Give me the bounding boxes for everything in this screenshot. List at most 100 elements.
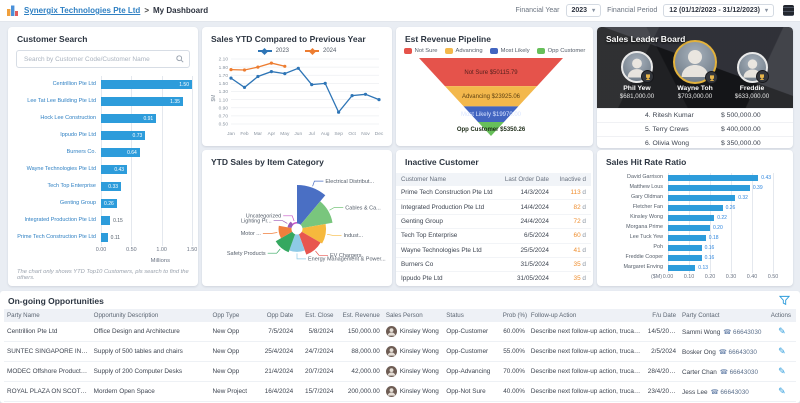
top-customers-bar-chart: Centrillion Pte Ltd1.50 Lee Tat Lee Build… [8, 76, 198, 264]
customer-name: Integrated Production Pte Ltd [396, 200, 499, 214]
bar: 0.33 [101, 182, 121, 191]
financial-year-value: 2023 [572, 7, 588, 14]
bar-value: 1.35 [170, 99, 180, 105]
bar-value: 0.39 [753, 185, 763, 191]
customer-search-input[interactable] [22, 55, 176, 64]
customer-link[interactable]: Ippudo Pte Ltd [16, 133, 101, 139]
customer-link[interactable]: Genting Group [16, 201, 101, 207]
salesperson-label: Kinsley Wong [607, 215, 668, 221]
table-row: Integrated Production Pte Ltd14/4/202482… [396, 200, 591, 214]
bar [668, 265, 695, 271]
column-header: Sales Person [383, 309, 443, 322]
panel-title: Est Revenue Pipeline [396, 27, 593, 44]
bar [668, 205, 723, 211]
edit-button[interactable]: ✎ [771, 326, 793, 337]
sales-person-cell: Kinsley Wong [383, 342, 443, 362]
salesperson-label: Morgana Prime [607, 225, 668, 231]
runner-amount: $ 500,000.00 [721, 112, 793, 119]
financial-period-select[interactable]: 12 (01/12/2023 - 31/12/2023) ▾ [663, 4, 774, 17]
funnel-label: Not Sure $50115.79 [464, 70, 518, 76]
inactive-days: 82 d [554, 200, 591, 214]
axis-tick: 0.00 [663, 274, 674, 280]
chart-footnote: The chart only shows YTD Top10 Customers… [17, 269, 190, 281]
party-name-link[interactable]: Centrillion Pte Ltd [4, 322, 91, 342]
customer-link[interactable]: Centrillion Pte Ltd [16, 82, 101, 88]
customer-link[interactable]: Hock Lee Construction [16, 116, 101, 122]
axis-unit-label: ($M) [651, 274, 662, 280]
svg-text:Jun: Jun [294, 131, 302, 137]
leaderboard-row: 4. Ritesh Kumar$ 500,000.00 [597, 108, 793, 122]
svg-text:Apr: Apr [268, 131, 276, 137]
bar-value: 0.26 [104, 201, 114, 207]
bar-value: 0.32 [738, 195, 748, 201]
bar [101, 216, 110, 225]
est-revenue: 200,000.00 [336, 382, 382, 402]
runner-name: 6. Olivia Wong [597, 140, 721, 147]
party-name-link[interactable]: SUNTEC SINGAPORE INT... [4, 342, 91, 362]
customer-name: Tech Top Enterprise [396, 229, 499, 243]
panel-title: Inactive Customer [396, 150, 593, 167]
legend-item: Advancing [445, 48, 483, 54]
sales-leader-board-panel: Phil Yew$681,000.00Wayne Toh$703,000.00F… [597, 27, 793, 148]
inactive-days: 35 d [554, 257, 591, 271]
column-header: Est. Close [296, 309, 336, 322]
svg-text:0.90: 0.90 [219, 105, 229, 111]
opp-date: 25/4/2024 [256, 342, 296, 362]
svg-text:Aug: Aug [321, 131, 330, 137]
table-row: Ippudo Pte Ltd31/05/202435 d [396, 272, 591, 286]
customer-link[interactable]: Integrated Production Pte Ltd [16, 218, 101, 224]
bar: 1.50 [101, 80, 192, 89]
axis-tick: 0.50 [126, 247, 137, 253]
customer-link[interactable]: Wayne Technologies Pte Ltd [16, 167, 101, 173]
contact-phone: ☎ 66643030 [719, 349, 757, 356]
customer-link[interactable]: Lee Tat Lee Building Pte Ltd [16, 99, 101, 105]
avatar [386, 346, 397, 357]
party-name-link[interactable]: MODEC Offshore Productio... [4, 362, 91, 382]
bar-track: 0.26 [101, 195, 192, 212]
inactive-days: 113 d [554, 186, 591, 200]
column-header: Prob (%) [500, 309, 528, 322]
actions-cell: ✎ [768, 382, 796, 402]
table-row: Prime Tech Construction Pte Ltd14/3/2024… [396, 186, 591, 200]
legend-label: Opp Customer [548, 48, 586, 54]
panel-title: Sales YTD Compared to Previous Year [202, 27, 392, 44]
financial-year-select[interactable]: 2023 ▾ [566, 4, 602, 17]
est-close-date: 15/7/2024 [296, 382, 336, 402]
funnel-label: Most Likely $19970.00 [461, 112, 522, 118]
customer-link[interactable]: Prime Tech Construction Pte Ltd [16, 235, 101, 241]
trophy-icon [756, 70, 769, 83]
column-header: Est. Revenue [336, 309, 382, 322]
sales-person-cell: Kinsley Wong [383, 382, 443, 402]
filter-funnel-icon[interactable] [779, 295, 790, 306]
bar-track: 0.15 [101, 212, 192, 229]
svg-text:Jul: Jul [309, 131, 315, 137]
bar [668, 225, 710, 231]
svg-text:2.10: 2.10 [219, 57, 229, 63]
table-row: Tech Top Enterprise6/5/202460 d [396, 229, 591, 243]
breadcrumb-company[interactable]: Synergix Technologies Pte Ltd [24, 6, 140, 15]
party-name-link[interactable]: ROYAL PLAZA ON SCOTTS [4, 382, 91, 402]
status: Opp-Customer [443, 342, 499, 362]
legend-item: 2023 [258, 48, 289, 54]
apps-menu-icon[interactable] [783, 5, 794, 16]
rose-label: Safety Products [227, 251, 266, 257]
customer-link[interactable]: Burners Co. [16, 150, 101, 156]
bar-value: 0.73 [133, 133, 143, 139]
est-revenue-pipeline-panel: Est Revenue Pipeline Not SureAdvancingMo… [396, 27, 593, 146]
bar-value: 0.20 [713, 225, 723, 231]
panel-title: Customer Search [8, 27, 198, 44]
contact-name: Bosker Ong [682, 349, 716, 356]
rose-label: Energy Management & Power... [308, 257, 386, 263]
ytd-sales-category-panel: YTD Sales by Item Category Electrical Di… [202, 150, 392, 286]
bar: 1.35 [101, 97, 183, 106]
edit-button[interactable]: ✎ [771, 346, 793, 357]
last-order-date: 25/5/2024 [499, 243, 554, 257]
opportunity-description: Supply of 500 tables and chairs [91, 342, 210, 362]
salesperson-label: David Garrison [607, 175, 668, 181]
last-order-date: 31/5/2024 [499, 257, 554, 271]
svg-text:May: May [280, 131, 290, 137]
customer-link[interactable]: Tech Top Enterprise [16, 184, 101, 190]
edit-button[interactable]: ✎ [771, 386, 793, 397]
avatar [386, 386, 397, 397]
edit-button[interactable]: ✎ [771, 366, 793, 377]
